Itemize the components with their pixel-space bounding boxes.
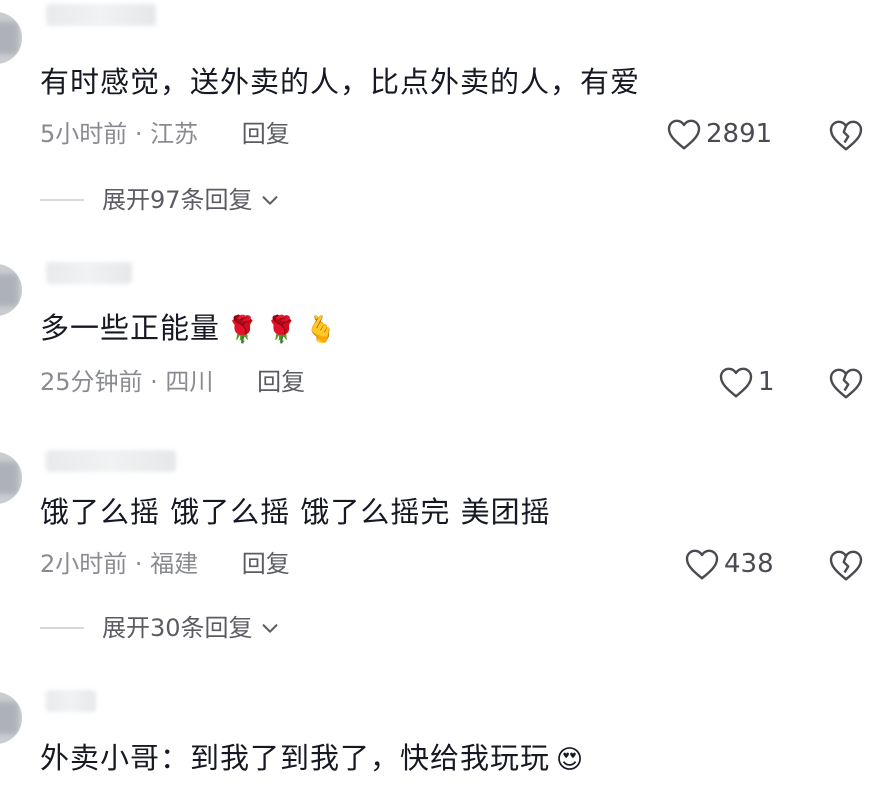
like-count: 438 (724, 549, 774, 579)
comment-text: 多一些正能量 🌹 🌹 🫰 (40, 308, 338, 350)
chevron-down-icon (262, 196, 277, 205)
heart-outline-icon (667, 119, 701, 150)
avatar[interactable] (0, 12, 22, 64)
dislike-button[interactable] (828, 548, 864, 582)
dislike-button[interactable] (828, 118, 864, 152)
comment-meta: 5小时前 · 江苏 回复 (40, 118, 290, 150)
expand-replies-button[interactable]: 展开97条回复 (40, 184, 281, 216)
comment-text: 外卖小哥：到我了到我了，快给我玩玩 😍 (40, 738, 584, 780)
broken-heart-icon (829, 368, 863, 399)
comment-text: 有时感觉，送外卖的人，比点外卖的人，有爱 (40, 65, 641, 99)
divider-line (40, 199, 84, 201)
comment-meta: 25分钟前 · 四川 回复 (40, 366, 305, 398)
finger-heart-emoji: 🫰 (304, 315, 339, 345)
like-button[interactable]: 2891 (666, 118, 772, 150)
divider-line (40, 627, 84, 629)
like-button[interactable]: 1 (718, 366, 775, 398)
comment-time-location: 2小时前 · 福建 (40, 550, 199, 578)
reply-button[interactable]: 回复 (242, 548, 290, 580)
like-button[interactable]: 438 (684, 548, 774, 580)
expand-replies-label: 展开97条回复 (102, 186, 253, 214)
comment-text: 饿了么摇 饿了么摇 饿了么摇完 美团摇 (40, 495, 551, 529)
avatar[interactable] (0, 452, 22, 504)
like-count: 1 (758, 367, 775, 397)
expand-replies-button[interactable]: 展开30条回复 (40, 612, 281, 644)
reply-button[interactable]: 回复 (242, 118, 290, 150)
comment-time-location: 5小时前 · 江苏 (40, 120, 199, 148)
username-blurred (46, 450, 176, 472)
heart-outline-icon (719, 367, 753, 398)
username-blurred (46, 690, 96, 712)
dislike-button[interactable] (828, 366, 864, 400)
reply-button[interactable]: 回复 (257, 366, 305, 398)
heart-outline-icon (685, 549, 719, 580)
like-count: 2891 (706, 119, 773, 149)
rose-emoji: 🌹 (226, 315, 260, 345)
broken-heart-icon (829, 120, 863, 151)
rose-emoji: 🌹 (265, 315, 299, 345)
chevron-down-icon (262, 624, 277, 633)
username-blurred (46, 262, 132, 284)
heart-eyes-emoji: 😍 (556, 745, 585, 775)
comment-time-location: 25分钟前 · 四川 (40, 368, 214, 396)
comment-text-content: 多一些正能量 (40, 311, 221, 345)
avatar[interactable] (0, 264, 22, 316)
expand-replies-label: 展开30条回复 (102, 614, 253, 642)
username-blurred (46, 4, 156, 26)
avatar[interactable] (0, 692, 22, 744)
comment-meta: 2小时前 · 福建 回复 (40, 548, 290, 580)
broken-heart-icon (829, 550, 863, 581)
comment-text-content: 外卖小哥：到我了到我了，快给我玩玩 (40, 741, 551, 775)
